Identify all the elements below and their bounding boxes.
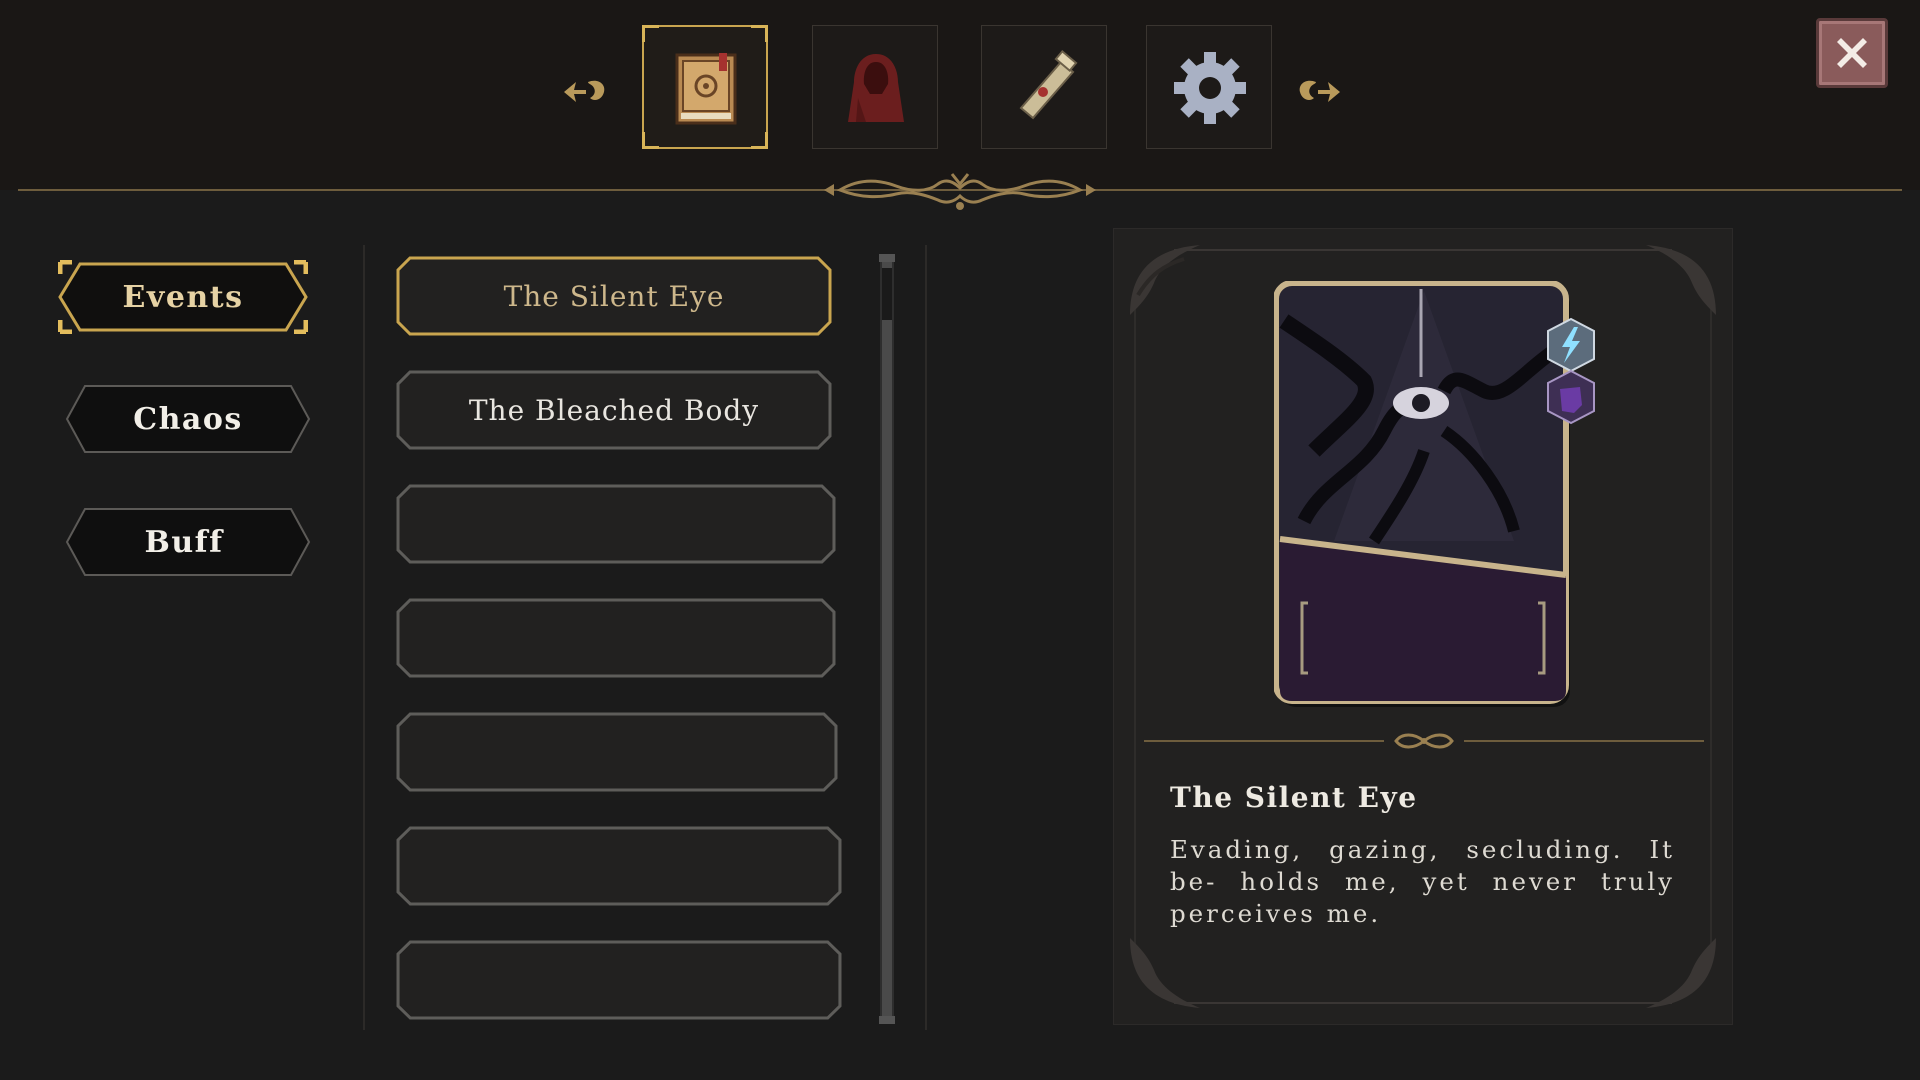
arrow-right-icon[interactable]	[1288, 70, 1344, 114]
category-label: Buff	[144, 524, 224, 560]
entry-label: The Bleached Body	[468, 393, 760, 427]
corner-flourish-icon	[1646, 938, 1716, 1008]
category-events-button[interactable]: Events	[58, 260, 308, 334]
close-button[interactable]	[1816, 18, 1888, 88]
list-item[interactable]: The Silent Eye	[396, 256, 832, 336]
scroll-icon	[1019, 49, 1078, 120]
category-buff-button[interactable]: Buff	[63, 505, 313, 579]
event-card-image	[1274, 281, 1570, 707]
list-item[interactable]	[396, 598, 836, 678]
slot-frame	[396, 598, 836, 678]
frame-line	[1174, 1002, 1672, 1004]
frame-line	[1710, 289, 1712, 964]
lightning-badge-icon	[1547, 317, 1595, 373]
codex-book-icon	[675, 53, 737, 125]
scrollbar-top-cap	[879, 254, 895, 262]
tab-codex[interactable]	[642, 25, 768, 149]
top-bar	[0, 0, 1920, 190]
corner-flourish-icon	[1130, 245, 1200, 315]
scrollbar-thumb[interactable]	[882, 268, 892, 320]
arrow-left-icon[interactable]	[560, 70, 616, 114]
corner-flourish-icon	[1646, 245, 1716, 315]
hooded-cloak-icon	[848, 54, 904, 122]
category-label: Chaos	[133, 401, 243, 437]
slot-frame	[396, 712, 838, 792]
list-item[interactable]	[396, 484, 836, 564]
tab-character[interactable]	[812, 25, 938, 149]
ornament-divider	[1144, 733, 1704, 749]
tab-scroll[interactable]	[981, 25, 1107, 149]
scrollbar-bottom-cap	[879, 1016, 895, 1024]
tab-settings[interactable]	[1146, 25, 1272, 149]
gear-icon	[1174, 52, 1246, 124]
entry-label: The Silent Eye	[503, 279, 725, 313]
detail-title: The Silent Eye	[1170, 781, 1418, 814]
slot-frame	[396, 940, 842, 1020]
ornament-divider	[824, 173, 1096, 210]
frame-line	[1134, 289, 1136, 964]
fist-badge-icon	[1547, 369, 1595, 425]
detail-panel: The Silent Eye Evading, gazing, secludin…	[1113, 228, 1733, 1025]
close-icon	[1837, 38, 1867, 68]
category-label: Events	[122, 279, 244, 315]
category-chaos-button[interactable]: Chaos	[63, 382, 313, 456]
list-item[interactable]	[396, 940, 842, 1020]
frame-line	[1174, 249, 1672, 251]
list-item[interactable]: The Bleached Body	[396, 370, 832, 450]
corner-flourish-icon	[1130, 938, 1200, 1008]
slot-frame	[396, 484, 836, 564]
slot-frame	[396, 826, 842, 906]
list-item[interactable]	[396, 826, 842, 906]
scrollbar[interactable]	[880, 258, 894, 1020]
list-item[interactable]	[396, 712, 838, 792]
detail-description: Evading, gazing, secluding. It be- holds…	[1170, 835, 1675, 928]
